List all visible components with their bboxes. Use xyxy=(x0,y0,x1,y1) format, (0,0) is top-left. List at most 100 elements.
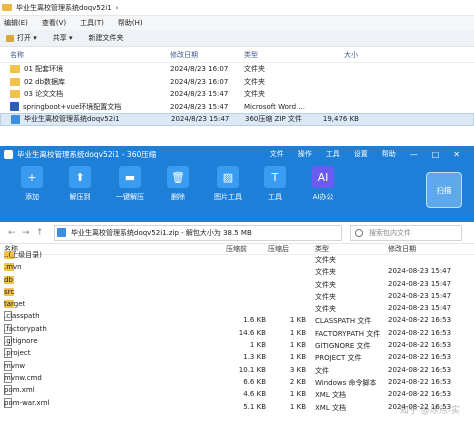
entry-type: FACTORYPATH 文件 xyxy=(315,329,381,338)
delete-button[interactable]: 🗑 删除 xyxy=(158,166,198,202)
menu-view[interactable]: 查看(V) xyxy=(42,18,66,28)
column-compressed-size[interactable]: 压缩后 xyxy=(268,244,289,254)
archive-row[interactable]: ..(上级目录) 文件夹 xyxy=(0,251,474,267)
menu-edit[interactable]: 编辑(E) xyxy=(4,18,28,28)
archive-row[interactable]: target 文件夹 2024-08-23 15:47 xyxy=(0,300,474,316)
minimize-button[interactable]: — xyxy=(410,150,418,159)
extract-to-button[interactable]: ⬆ 解压到 xyxy=(60,166,100,202)
archive-entry-text: mvnw.cmd xyxy=(4,373,42,382)
archive-path-text: 毕业生离校管理系统doqv52i1.zip - 解包大小为 38.5 MB xyxy=(71,228,252,237)
one-click-extract-button[interactable]: ▬ 一键解压 xyxy=(110,166,150,202)
archive-row[interactable]: .project 1.3 KB 1 KB PROJECT 文件 2024-08-22 1… xyxy=(0,348,474,365)
compressed-size: 1 KB xyxy=(289,402,306,411)
image-tool-icon: ▨ xyxy=(217,166,239,188)
entry-type: 文件夹 xyxy=(315,292,336,301)
modified-date: 2024-08-22 16:53 xyxy=(388,377,452,386)
archive-entry-text: pom.xml xyxy=(4,386,35,395)
archive-row[interactable]: .factorypath 14.6 KB 1 KB FACTORYPATH 文件 202… xyxy=(0,323,474,341)
column-name[interactable]: 名称 xyxy=(10,50,24,60)
file-name: springboot+vue环境配置文档 xyxy=(10,102,121,112)
tool-label: 解压到 xyxy=(69,193,91,201)
menu-file[interactable]: 文件 xyxy=(270,149,284,159)
open-button[interactable]: 打开 ▾ xyxy=(6,33,37,43)
column-type[interactable]: 类型 xyxy=(244,50,258,60)
tool-label: 删除 xyxy=(171,193,185,201)
menu-settings[interactable]: 设置 xyxy=(354,149,368,159)
modified-date: 2024-08-22 16:53 xyxy=(388,328,452,337)
file-name-text: springboot+vue环境配置文档 xyxy=(23,102,122,111)
archive-row[interactable]: pom.xml 4.6 KB 1 KB XML 文档 2024-08-22 16:53 xyxy=(0,385,474,402)
compressed-size: 1 KB xyxy=(289,328,306,337)
column-modified[interactable]: 修改日期 xyxy=(388,244,416,254)
compressed-size: 1 KB xyxy=(289,390,306,399)
maximize-button[interactable]: □ xyxy=(432,150,440,159)
archive-row[interactable]: mvnw.cmd 6.6 KB 2 KB Windows 命令脚本 2024-08-22… xyxy=(0,372,474,390)
archive-path[interactable]: 毕业生离校管理系统doqv52i1.zip - 解包大小为 38.5 MB xyxy=(54,224,342,241)
address-bar[interactable]: 毕业生离校管理系统doqv52i1 › xyxy=(0,0,474,16)
open-icon xyxy=(6,34,14,42)
archive-entry-text: pom-war.xml xyxy=(4,398,50,407)
folder-icon xyxy=(10,77,20,86)
search-icon xyxy=(355,228,363,237)
archive-row[interactable]: .mvn 文件夹 2024-08-23 15:47 xyxy=(0,263,474,279)
menu-tools[interactable]: 工具(T) xyxy=(80,18,104,28)
modified-date: 2024-08-22 16:53 xyxy=(388,353,452,362)
file-name: 03 论文文档 xyxy=(10,89,63,99)
breadcrumb-chevron[interactable]: › xyxy=(116,4,119,12)
column-type[interactable]: 类型 xyxy=(315,244,329,254)
back-arrow-icon[interactable]: ← xyxy=(8,228,16,238)
title-bar: 毕业生离校管理系统doqv52i1 - 360压缩 文件 操作 工具 设置 帮助… xyxy=(0,146,474,162)
column-size[interactable]: 大小 xyxy=(318,50,358,60)
file-name: 01 配套环境 xyxy=(10,64,63,74)
file-row[interactable]: 毕业生离校管理系统doqv52i1 2024/8/23 15:47 360压缩 ZI… xyxy=(0,113,474,126)
compressed-size: 1 KB xyxy=(289,316,306,325)
file-row[interactable]: 03 论文文档 2024/8/23 15:47 文件夹 xyxy=(0,88,474,101)
column-original-size[interactable]: 压缩前 xyxy=(226,244,247,254)
archive-row[interactable]: .classpath 1.6 KB 1 KB CLASSPATH 文件 2024-08-… xyxy=(0,311,474,328)
new-folder-button[interactable]: 新建文件夹 xyxy=(89,33,124,43)
file-date: 2024/8/23 16:07 xyxy=(170,77,229,86)
archive-entry-text: .gitignore xyxy=(4,337,38,346)
file-name-text: 毕业生离校管理系统doqv52i1 xyxy=(24,115,120,124)
menu-help[interactable]: 帮助(H) xyxy=(118,18,143,28)
entry-type: Windows 命令脚本 xyxy=(315,378,377,387)
archive-entry-text: .project xyxy=(4,349,31,358)
menu-tools[interactable]: 工具 xyxy=(326,149,340,159)
close-button[interactable]: ✕ xyxy=(453,150,460,159)
file-type: 文件夹 xyxy=(244,77,265,86)
breadcrumb-folder[interactable]: 毕业生离校管理系统doqv52i1 xyxy=(16,3,112,13)
menu-action[interactable]: 操作 xyxy=(298,149,312,159)
archive-row[interactable]: .gitignore 1 KB 1 KB GITIGNORE 文件 2024-08-22… xyxy=(0,336,474,353)
share-button[interactable]: 共享 ▾ xyxy=(53,33,73,43)
menu-help[interactable]: 帮助 xyxy=(382,149,396,159)
file-row[interactable]: springboot+vue环境配置文档 2024/8/23 15:47 Micro… xyxy=(0,101,474,114)
title-menu: 文件 操作 工具 设置 帮助 — □ ✕ xyxy=(270,146,474,162)
image-tool-button[interactable]: ▨ 图片工具 xyxy=(208,166,248,202)
add-button[interactable]: + 添加 xyxy=(12,166,52,202)
original-size: 10.1 KB xyxy=(238,365,266,374)
up-arrow-icon[interactable]: ↑ xyxy=(36,228,44,238)
app-logo-icon xyxy=(4,149,13,159)
search-input[interactable]: 搜索包内文件 xyxy=(350,224,462,241)
modified-date: 2024-08-22 16:53 xyxy=(388,341,452,350)
tools-button[interactable]: T 工具 xyxy=(255,166,295,202)
forward-arrow-icon[interactable]: → xyxy=(22,228,30,238)
modified-date: 2024-08-22 16:53 xyxy=(388,390,452,399)
file-date: 2024/8/23 15:47 xyxy=(170,102,229,111)
window-title: 毕业生离校管理系统doqv52i1 - 360压缩 xyxy=(17,149,157,159)
archive-entry-text: .classpath xyxy=(4,312,40,321)
file-row[interactable]: 01 配套环境 2024/8/23 16:07 文件夹 xyxy=(0,63,474,76)
file-name-text: 03 论文文档 xyxy=(24,90,64,99)
word-doc-icon xyxy=(10,102,19,112)
one-click-extract-icon: ▬ xyxy=(119,166,141,188)
compressed-size: 1 KB xyxy=(289,353,306,362)
column-date[interactable]: 修改日期 xyxy=(170,50,198,60)
ai-office-button[interactable]: AI AI办公 xyxy=(303,166,343,202)
file-row[interactable]: 02 db数据库 2024/8/23 16:07 文件夹 xyxy=(0,76,474,89)
archive-row[interactable]: mvnw 10.1 KB 3 KB 文件 2024-08-22 16:53 xyxy=(0,360,474,378)
scan-button[interactable]: 扫描 xyxy=(426,172,462,208)
archive-row[interactable]: src 文件夹 2024-08-23 15:47 xyxy=(0,287,474,304)
archive-entry-text: db xyxy=(4,275,13,284)
file-type: 文件夹 xyxy=(244,65,265,74)
archive-row[interactable]: db 文件夹 2024-08-23 15:47 xyxy=(0,275,474,292)
